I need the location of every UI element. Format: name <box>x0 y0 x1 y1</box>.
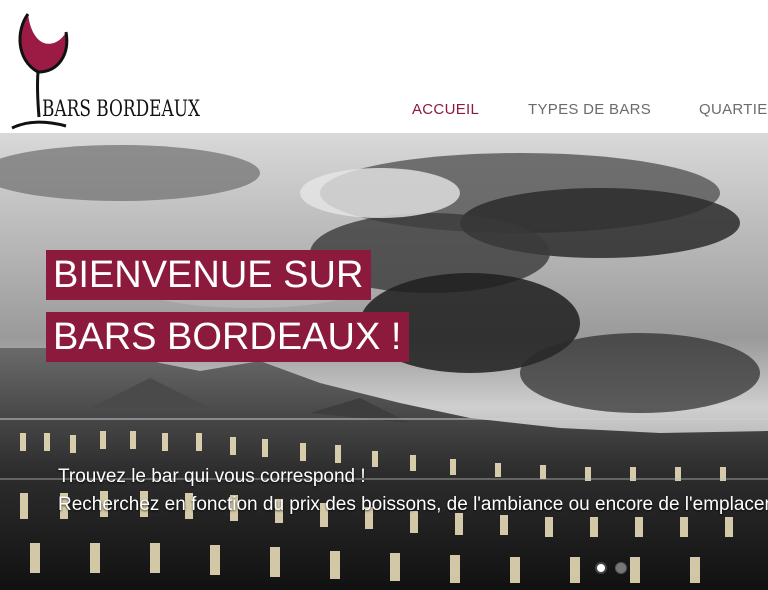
slide-dot-2[interactable] <box>615 562 627 574</box>
site-header: BARS BORDEAUX ACCUEIL TYPES DE BARS QUAR… <box>0 0 768 133</box>
hero-title-line-2: BARS BORDEAUX ! <box>46 312 410 362</box>
slider-pagination <box>595 562 635 576</box>
nav-item-quartiers[interactable]: QUARTIERS <box>699 101 768 118</box>
hero-tagline-1: Trouvez le bar qui vous correspond ! <box>58 466 366 487</box>
main-nav: ACCUEIL TYPES DE BARS QUARTIERS <box>0 101 768 121</box>
hero-tagline-2: Recherchez en fonction du prix des boiss… <box>58 494 768 515</box>
nav-item-types-de-bars[interactable]: TYPES DE BARS <box>528 101 651 118</box>
slide-dot-1[interactable] <box>595 562 607 574</box>
hero-slider: BIENVENUE SUR BARS BORDEAUX ! Trouvez le… <box>0 133 768 590</box>
nav-item-accueil[interactable]: ACCUEIL <box>412 101 479 118</box>
hero-title-line-1: BIENVENUE SUR <box>46 250 372 300</box>
